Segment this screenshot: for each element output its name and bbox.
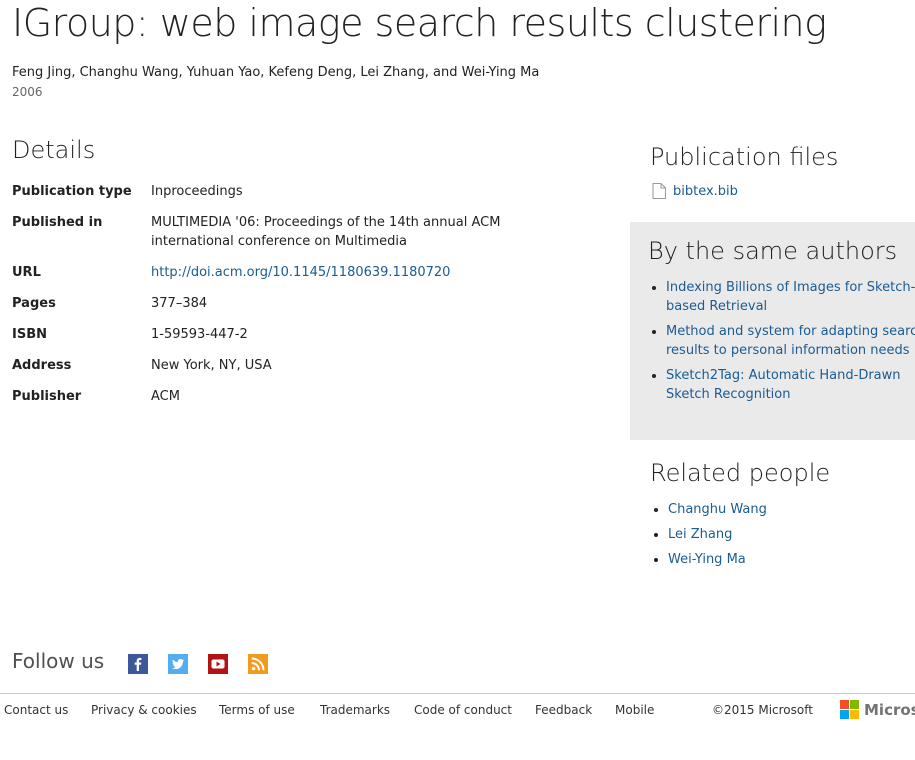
footer-link-feedback[interactable]: Feedback: [535, 702, 592, 718]
same-author-publication-link[interactable]: Method and system for adapting search re…: [666, 324, 915, 358]
footer-link-contact-us[interactable]: Contact us: [4, 702, 68, 718]
details-value: ACM: [151, 389, 180, 404]
same-authors-list: Indexing Billions of Images for Sketch-b…: [648, 278, 915, 410]
footer-link-privacy[interactable]: Privacy & cookies: [91, 702, 197, 718]
details-row-url: URL http://doi.acm.org/10.1145/1180639.1…: [12, 263, 572, 294]
details-table: Publication type Inproceedings Published…: [12, 182, 572, 418]
related-people-list: Changhu Wang Lei Zhang Wei-Ying Ma: [650, 500, 767, 575]
same-author-publication-link[interactable]: Indexing Billions of Images for Sketch-b…: [666, 280, 915, 314]
details-value: 1-59593-447-2: [151, 327, 248, 342]
details-label: Publication type: [12, 184, 132, 199]
publication-files-heading: Publication files: [650, 143, 839, 171]
footer-link-trademarks[interactable]: Trademarks: [320, 702, 390, 718]
list-item: Lei Zhang: [668, 525, 767, 544]
footer-link-code-of-conduct[interactable]: Code of conduct: [414, 702, 512, 718]
details-row-isbn: ISBN 1-59593-447-2: [12, 325, 572, 356]
footer-divider: [0, 693, 915, 694]
youtube-icon[interactable]: [208, 654, 228, 674]
list-item: Method and system for adapting search re…: [666, 322, 915, 360]
details-heading: Details: [12, 136, 96, 164]
rss-icon[interactable]: [248, 654, 268, 674]
details-row-publication-type: Publication type Inproceedings: [12, 182, 572, 213]
list-item: Sketch2Tag: Automatic Hand-Drawn Sketch …: [666, 366, 915, 404]
bibtex-file-link[interactable]: bibtex.bib: [673, 184, 738, 199]
microsoft-logo-icon: [840, 700, 859, 719]
authors-line: Feng Jing, Changhu Wang, Yuhuan Yao, Kef…: [12, 65, 540, 80]
details-row-published-in: Published in MULTIMEDIA '06: Proceedings…: [12, 213, 572, 263]
page-title: IGroup: web image search results cluster…: [12, 1, 827, 45]
details-value: 377–384: [151, 296, 208, 311]
details-row-address: Address New York, NY, USA: [12, 356, 572, 387]
related-person-link[interactable]: Wei-Ying Ma: [668, 552, 746, 567]
related-person-link[interactable]: Changhu Wang: [668, 502, 767, 517]
publication-year: 2006: [12, 85, 43, 99]
details-label: Pages: [12, 296, 56, 311]
details-label: Publisher: [12, 389, 82, 404]
copyright-text: ©2015 Microsoft: [712, 703, 813, 717]
details-value: New York, NY, USA: [151, 358, 272, 373]
document-icon: [652, 183, 666, 199]
doi-link[interactable]: http://doi.acm.org/10.1145/1180639.11807…: [151, 265, 450, 280]
facebook-icon[interactable]: [128, 654, 148, 674]
follow-us-label: Follow us: [12, 649, 105, 673]
footer-link-terms-of-use[interactable]: Terms of use: [219, 702, 295, 718]
details-label: URL: [12, 265, 41, 280]
list-item: Indexing Billions of Images for Sketch-b…: [666, 278, 915, 316]
twitter-icon[interactable]: [168, 654, 188, 674]
details-label: Published in: [12, 215, 103, 230]
same-author-publication-link[interactable]: Sketch2Tag: Automatic Hand-Drawn Sketch …: [666, 368, 901, 402]
footer-link-mobile[interactable]: Mobile: [615, 702, 654, 718]
microsoft-wordmark: Microsoft: [864, 700, 915, 719]
details-row-pages: Pages 377–384: [12, 294, 572, 325]
file-item: bibtex.bib: [652, 183, 738, 199]
same-authors-heading: By the same authors: [648, 237, 898, 265]
related-person-link[interactable]: Lei Zhang: [668, 527, 732, 542]
details-value: MULTIMEDIA '06: Proceedings of the 14th …: [151, 215, 501, 249]
related-people-heading: Related people: [650, 459, 831, 487]
microsoft-logo: Microsoft: [840, 700, 915, 719]
list-item: Changhu Wang: [668, 500, 767, 519]
details-label: Address: [12, 358, 72, 373]
details-row-publisher: Publisher ACM: [12, 387, 572, 418]
list-item: Wei-Ying Ma: [668, 550, 767, 569]
details-value: Inproceedings: [151, 184, 243, 199]
details-label: ISBN: [12, 327, 47, 342]
